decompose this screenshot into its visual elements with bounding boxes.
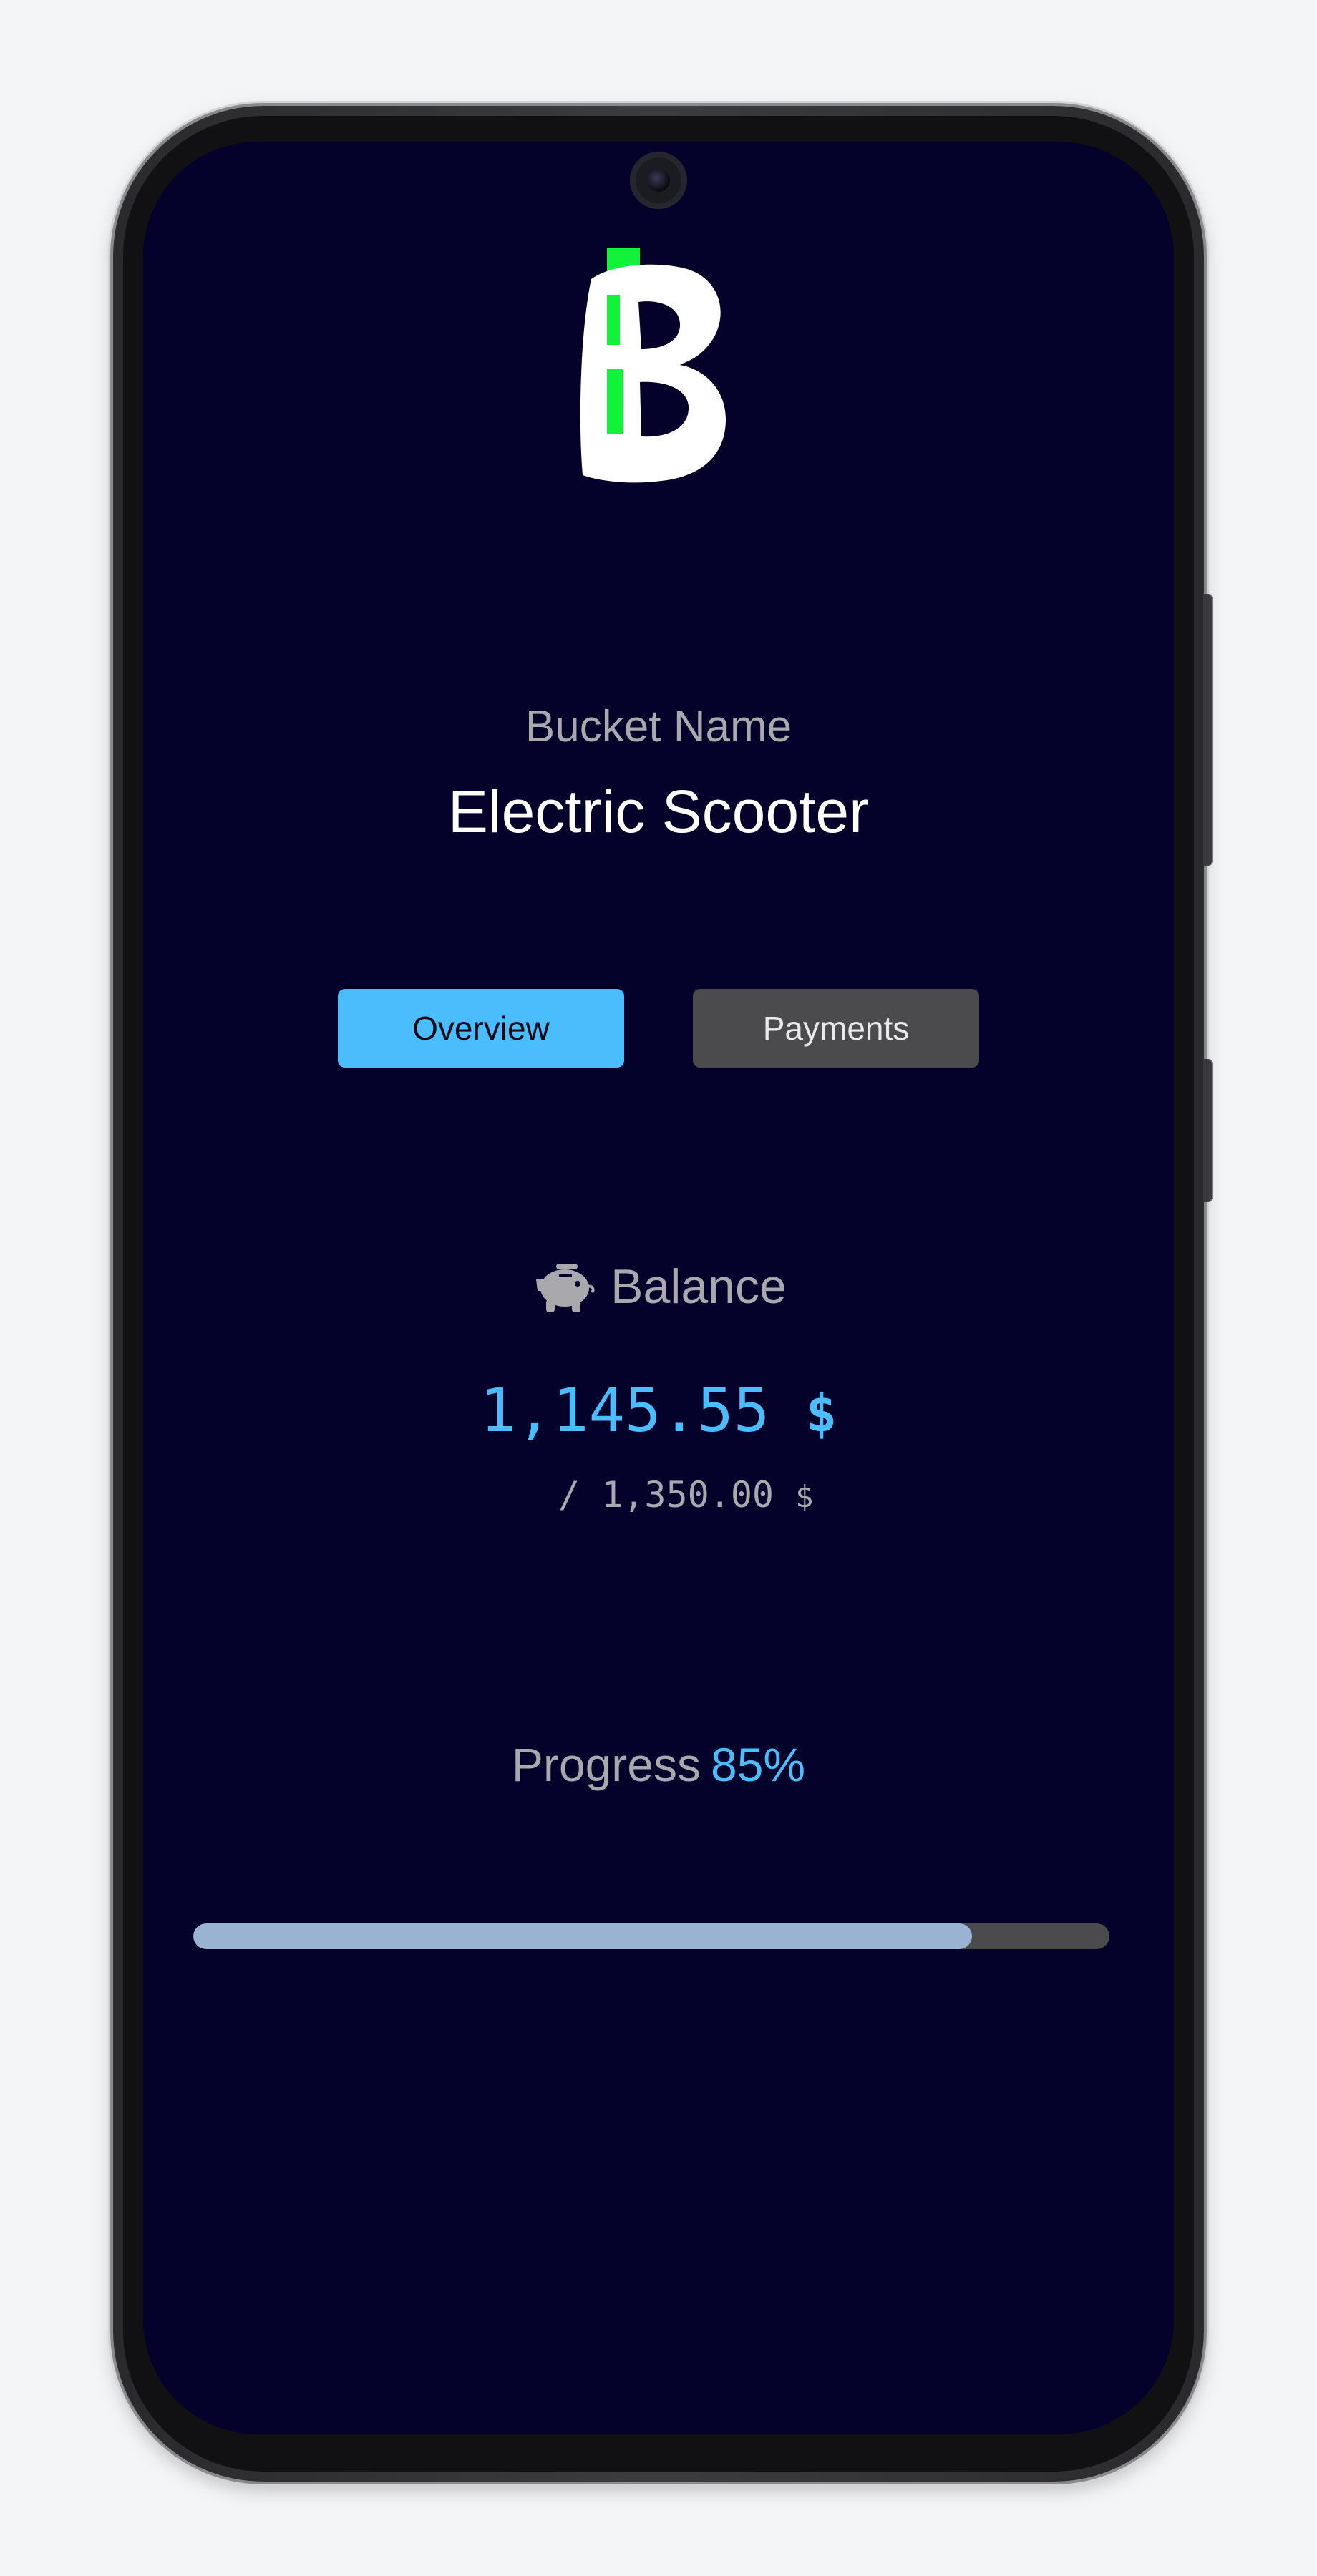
bucket-name-label: Bucket Name: [525, 702, 792, 751]
power-button: [1203, 1059, 1213, 1202]
progress-header: Progress 85%: [143, 1737, 1174, 1792]
balance-label: Balance: [611, 1259, 787, 1314]
device-mockup: Bucket Name Electric Scooter Overview Pa…: [0, 0, 1317, 2576]
progress-label: Progress: [511, 1738, 701, 1791]
balance-header: Balance: [143, 1258, 1174, 1315]
balance-amount-value: 1,145.55: [480, 1375, 770, 1445]
balance-target: / 1,350.00 $: [558, 1474, 813, 1516]
progress-value: 85%: [711, 1738, 806, 1791]
progress-bar: [193, 1923, 1109, 1949]
tab-overview[interactable]: Overview: [338, 989, 624, 1068]
volume-button: [1203, 594, 1213, 866]
app-screen: Bucket Name Electric Scooter Overview Pa…: [143, 142, 1174, 2434]
bucket-name-value: Electric Scooter: [447, 778, 870, 845]
balance-target-prefix: /: [558, 1474, 580, 1516]
piggy-bank-icon: [536, 1264, 595, 1312]
app-logo-icon: [580, 248, 726, 483]
balance-target-currency: $: [795, 1479, 814, 1514]
tab-payments[interactable]: Payments: [693, 989, 979, 1068]
front-camera: [630, 152, 687, 209]
balance-amount: 1,145.55 $: [143, 1375, 1174, 1445]
balance-currency: $: [805, 1383, 837, 1443]
progress-bar-fill: [193, 1923, 972, 1949]
balance-target-value: 1,350.00: [601, 1474, 774, 1516]
